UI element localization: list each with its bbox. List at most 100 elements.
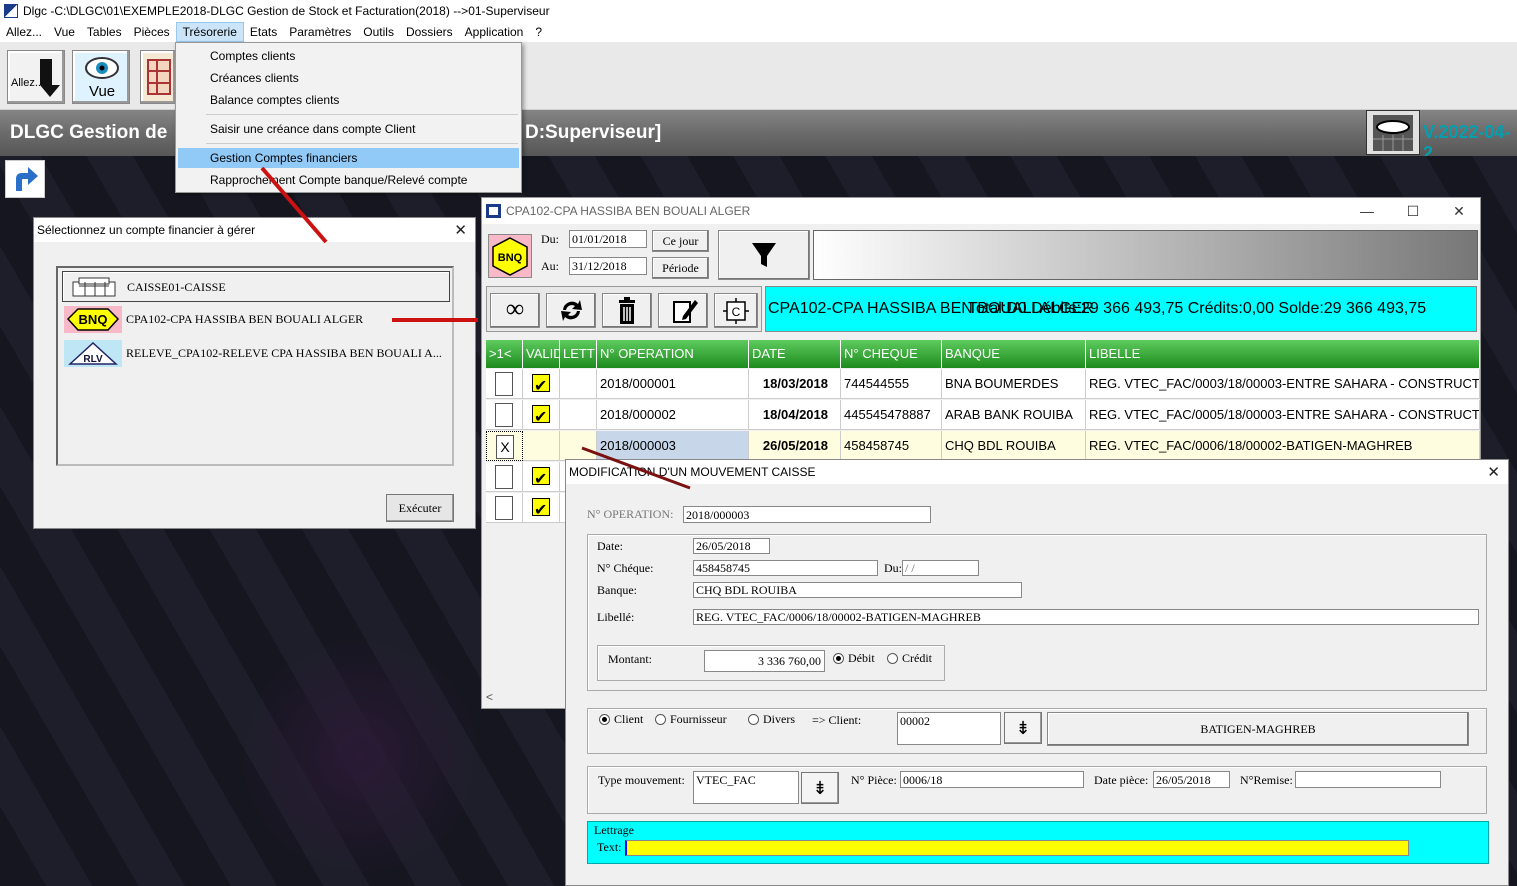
vue-button[interactable]: Vue (72, 50, 130, 104)
lett-cell[interactable] (560, 369, 597, 399)
menu-item-balance-comptes[interactable]: Balance comptes clients (178, 90, 519, 110)
col-header-operation[interactable]: N° OPERATION (597, 340, 749, 368)
col-header-libelle[interactable]: LIBELLE (1086, 340, 1480, 368)
client-radio[interactable] (599, 714, 610, 725)
minimize-button[interactable]: — (1344, 198, 1390, 224)
valid-cell[interactable] (523, 462, 560, 492)
operation-cell[interactable]: 2018/000002 (597, 400, 749, 430)
row-select-cell[interactable] (486, 493, 523, 523)
operation-cell[interactable]: 2018/000001 (597, 369, 749, 399)
banque-cell[interactable]: ARAB BANK ROUIBA (942, 400, 1086, 430)
col-header-select[interactable]: >1< (486, 340, 523, 368)
valid-cell[interactable] (523, 431, 560, 461)
col-header-lett[interactable]: LETT (560, 340, 597, 368)
lett-cell[interactable] (560, 431, 597, 461)
valid-checkbox[interactable] (532, 372, 550, 398)
cheque-cell[interactable]: 458458745 (841, 431, 942, 461)
debit-radio[interactable] (833, 653, 844, 664)
periode-button[interactable]: Période (652, 257, 709, 279)
operation-cell[interactable]: 2018/000003 (597, 431, 749, 461)
banque-cell[interactable]: CHQ BDL ROUIBA (942, 431, 1086, 461)
row-select-cell[interactable] (486, 462, 523, 492)
row-checkbox[interactable] (495, 465, 513, 489)
remise-field[interactable] (1295, 771, 1441, 788)
close-icon[interactable]: ✕ (454, 221, 467, 239)
du-field[interactable]: / / (902, 560, 979, 576)
infinity-icon[interactable]: ∞ (490, 293, 540, 328)
col-header-valid[interactable]: VALID (523, 340, 563, 368)
date-cell[interactable]: 26/05/2018 (749, 431, 841, 461)
lett-cell[interactable] (560, 400, 597, 430)
menu-help[interactable]: ? (529, 22, 548, 42)
libelle-field[interactable]: REG. VTEC_FAC/0006/18/00002-BATIGEN-MAGH… (693, 609, 1479, 625)
shortcut-arrow-icon[interactable] (5, 160, 45, 198)
type-mouvement-field[interactable]: VTEC_FAC (693, 771, 799, 804)
banque-field[interactable]: CHQ BDL ROUIBA (693, 582, 1022, 598)
menu-dossiers[interactable]: Dossiers (400, 22, 459, 42)
menu-item-creances-clients[interactable]: Créances clients (178, 68, 519, 88)
menu-outils[interactable]: Outils (357, 22, 400, 42)
date-piece-field[interactable]: 26/05/2018 (1153, 771, 1230, 788)
menu-item-rapprochement[interactable]: Rapprochement Compte banque/Relevé compt… (178, 170, 519, 190)
col-header-cheque[interactable]: N° CHEQUE (841, 340, 942, 368)
menu-item-saisir-creance[interactable]: Saisir une créance dans compte Client (178, 119, 519, 139)
valid-checkbox[interactable] (532, 403, 550, 429)
row-select-cell[interactable] (486, 400, 523, 430)
menu-parametres[interactable]: Paramètres (283, 22, 357, 42)
valid-checkbox[interactable] (532, 496, 550, 522)
du-date-input[interactable]: 01/01/2018 (569, 230, 647, 248)
menu-tresorerie[interactable]: Trésorerie (175, 22, 244, 42)
menu-application[interactable]: Application (459, 22, 530, 42)
type-lookup-button[interactable]: ⇟ (801, 772, 839, 804)
close-button[interactable]: ✕ (1436, 198, 1482, 224)
refresh-icon[interactable] (546, 293, 596, 328)
menu-pieces[interactable]: Pièces (128, 22, 176, 42)
libelle-cell[interactable]: REG. VTEC_FAC/0005/18/00003-ENTRE SAHARA… (1086, 400, 1480, 430)
lettrage-text-field[interactable] (625, 840, 1409, 856)
valid-checkbox[interactable] (532, 465, 550, 491)
date-field[interactable]: 26/05/2018 (693, 538, 770, 554)
tables-button[interactable] (140, 50, 176, 104)
client-code-field[interactable]: 00002 (897, 712, 1001, 745)
divers-radio[interactable] (748, 714, 759, 725)
col-header-banque[interactable]: BANQUE (942, 340, 1086, 368)
account-item-cpa[interactable]: BNQ CPA102-CPA HASSIBA BEN BOUALI ALGER (62, 304, 450, 335)
operation-field[interactable]: 2018/000003 (683, 506, 931, 523)
close-icon[interactable]: ✕ (1487, 463, 1500, 481)
ce-jour-button[interactable]: Ce jour (652, 230, 709, 252)
banque-cell[interactable]: BNA BOUMERDES (942, 369, 1086, 399)
menu-item-gestion-comptes-financiers[interactable]: Gestion Comptes financiers (178, 148, 519, 168)
cheque-cell[interactable]: 744544555 (841, 369, 942, 399)
client-lookup-button[interactable]: ⇟ (1004, 712, 1042, 744)
menu-item-comptes-clients[interactable]: Comptes clients (178, 46, 519, 66)
allez-button[interactable]: Allez... (7, 50, 65, 104)
row-checkbox[interactable] (495, 496, 513, 520)
execute-button[interactable]: Exécuter (386, 494, 454, 522)
fournisseur-radio[interactable] (655, 714, 666, 725)
row-select-cell[interactable]: X (486, 431, 523, 461)
au-date-input[interactable]: 31/12/2018 (569, 257, 647, 275)
scroll-left-arrow[interactable]: < (486, 690, 566, 706)
date-cell[interactable]: 18/04/2018 (749, 400, 841, 430)
menu-tables[interactable]: Tables (81, 22, 128, 42)
valid-cell[interactable] (523, 400, 560, 430)
lettrage-c-icon[interactable]: C (714, 293, 758, 328)
valid-cell[interactable] (523, 369, 560, 399)
piece-field[interactable]: 0006/18 (900, 771, 1084, 788)
menu-allez[interactable]: Allez... (0, 22, 48, 42)
trash-icon[interactable] (602, 293, 652, 328)
row-select-cell[interactable] (486, 369, 523, 399)
libelle-cell[interactable]: REG. VTEC_FAC/0006/18/00002-BATIGEN-MAGH… (1086, 431, 1480, 461)
account-item-releve[interactable]: RLV RELEVE_CPA102-RELEVE CPA HASSIBA BEN… (62, 338, 450, 369)
row-checkbox[interactable] (495, 403, 513, 427)
cheque-cell[interactable]: 445545478887 (841, 400, 942, 430)
filter-button[interactable] (718, 230, 810, 280)
menu-etats[interactable]: Etats (244, 22, 283, 42)
libelle-cell[interactable]: REG. VTEC_FAC/0003/18/00003-ENTRE SAHARA… (1086, 369, 1480, 399)
montant-field[interactable]: 3 336 760,00 (704, 650, 825, 672)
date-cell[interactable]: 18/03/2018 (749, 369, 841, 399)
account-item-caisse[interactable]: CAISSE01-CAISSE (62, 271, 450, 302)
maximize-button[interactable]: ☐ (1390, 198, 1436, 224)
calculator-icon[interactable] (1366, 110, 1420, 155)
credit-radio[interactable] (887, 653, 898, 664)
